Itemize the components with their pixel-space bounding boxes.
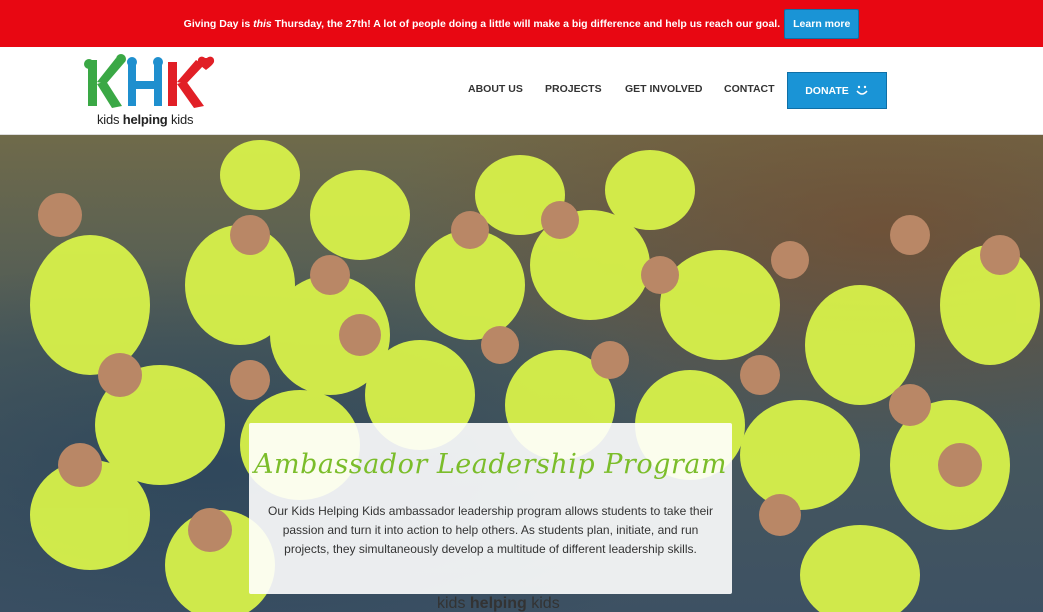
main-nav: ABOUT US PROJECTS GET INVOLVED CONTACT D…	[0, 47, 1043, 135]
donate-label: DONATE	[805, 84, 849, 97]
announcement-text: Giving Day is this Thursday, the 27th! A…	[184, 18, 780, 30]
program-info-card: Ambassador Leadership Program Our Kids H…	[249, 423, 732, 594]
program-title: Ambassador Leadership Program	[254, 449, 727, 480]
nav-get-involved[interactable]: GET INVOLVED	[625, 83, 702, 95]
nav-projects[interactable]: PROJECTS	[545, 83, 602, 95]
announcement-banner: Giving Day is this Thursday, the 27th! A…	[0, 0, 1043, 47]
sign-logo-kids: kids	[437, 595, 470, 612]
learn-more-button[interactable]: Learn more	[784, 8, 860, 39]
announcement-prefix: Giving Day is	[183, 17, 254, 30]
donate-button[interactable]: DONATE	[787, 72, 887, 109]
site-header: kids helping kids ABOUT US PROJECTS GET …	[0, 47, 1043, 135]
announcement-suffix: Thursday, the 27th! A lot of people doin…	[271, 17, 781, 30]
sign-logo-helping: helping	[469, 595, 527, 612]
announcement-emphasis: this	[253, 17, 272, 30]
nav-contact[interactable]: CONTACT	[724, 83, 775, 95]
sign-logo-kids-2: kids	[526, 595, 560, 612]
hero-section: Ambassador Leadership Program Our Kids H…	[0, 135, 1043, 612]
program-description: Our Kids Helping Kids ambassador leaders…	[268, 504, 713, 556]
smile-icon	[856, 85, 868, 95]
nav-about-us[interactable]: ABOUT US	[468, 83, 523, 95]
sign-logo-text: kids helping kids	[437, 595, 560, 612]
